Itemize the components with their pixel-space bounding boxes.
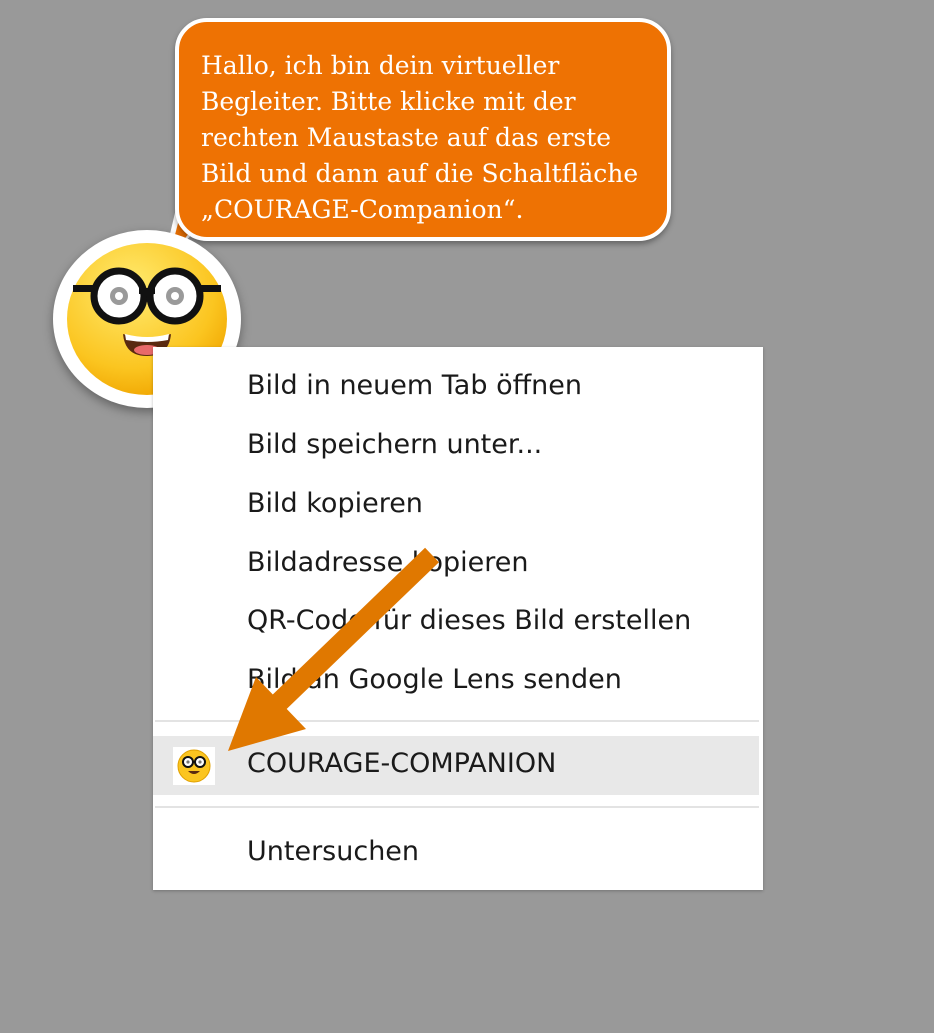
menu-item-inspect[interactable]: Untersuchen bbox=[153, 824, 759, 883]
menu-item-open-in-new-tab[interactable]: Bild in neuem Tab öffnen bbox=[153, 358, 759, 417]
menu-separator bbox=[155, 806, 759, 808]
menu-item-save-image-as[interactable]: Bild speichern unter... bbox=[153, 417, 759, 476]
nerd-glasses-emoji-icon bbox=[173, 747, 215, 785]
menu-item-label: Untersuchen bbox=[247, 836, 420, 867]
menu-item-copy-image[interactable]: Bild kopieren bbox=[153, 476, 759, 535]
pointer-arrow-icon bbox=[228, 547, 439, 751]
bubble-message: Hallo, ich bin dein virtueller Begleiter… bbox=[201, 51, 639, 224]
speech-bubble: Hallo, ich bin dein virtueller Begleiter… bbox=[175, 18, 671, 241]
menu-item-label: Bild speichern unter... bbox=[247, 429, 543, 460]
menu-item-label: Bild kopieren bbox=[247, 488, 423, 519]
menu-item-label: Bild in neuem Tab öffnen bbox=[247, 370, 583, 401]
